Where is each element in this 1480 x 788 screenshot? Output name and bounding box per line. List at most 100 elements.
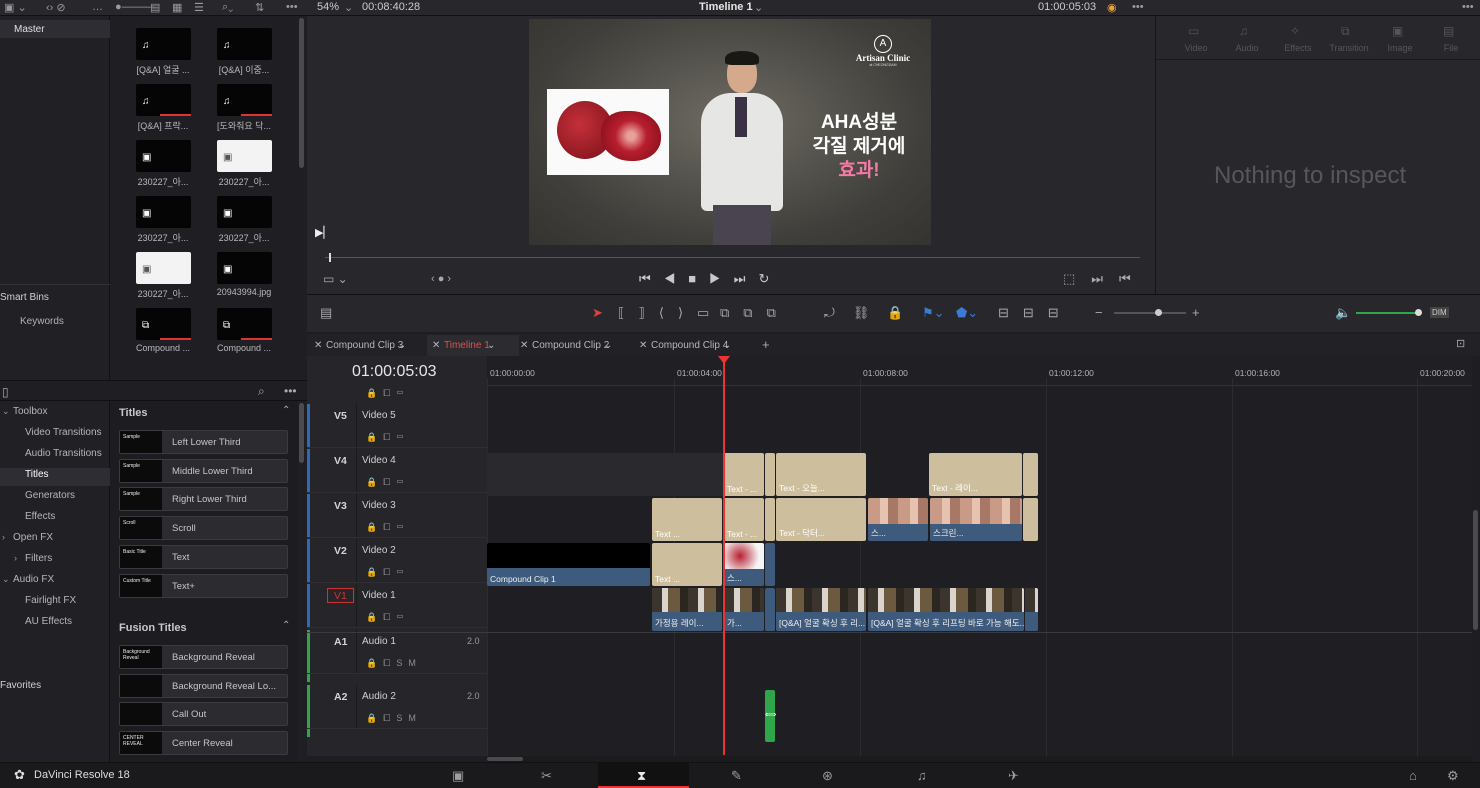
track-controls[interactable]: 🔒⧠▭ bbox=[366, 612, 410, 623]
marker-icon[interactable]: ⬟⌄ bbox=[956, 305, 978, 321]
tab-close-icon[interactable]: ✕ bbox=[520, 340, 528, 351]
flag-icon[interactable]: ⚑⌄ bbox=[922, 305, 945, 321]
track-name[interactable]: Video 4 bbox=[362, 455, 396, 466]
timeline-clip[interactable] bbox=[1025, 588, 1038, 631]
title-card[interactable]: Background Reveal Lo... bbox=[119, 673, 288, 698]
timeline-clip[interactable]: [Q&A] 얼굴 확싱 후 리프팅 바로 가능 해도... bbox=[868, 588, 1024, 631]
timeline-clip[interactable]: Text - 레이... bbox=[929, 453, 1022, 496]
fx-tree-item[interactable]: Filters bbox=[25, 553, 52, 564]
tab-dropdown-icon[interactable]: ⌄ bbox=[723, 340, 731, 351]
tab-close-icon[interactable]: ✕ bbox=[639, 340, 647, 351]
bin-master[interactable]: Master bbox=[0, 20, 110, 38]
scrubber-bar[interactable] bbox=[325, 257, 1140, 258]
timeline-panel-icon[interactable]: ⊡ bbox=[1456, 337, 1465, 350]
scrubber-handle[interactable] bbox=[329, 253, 331, 262]
track-controls[interactable]: 🔒⧠▭ bbox=[366, 522, 410, 533]
smart-bin-keywords[interactable]: Keywords bbox=[20, 316, 64, 327]
timeline-clip[interactable] bbox=[765, 453, 775, 496]
media-clip-thumb[interactable]: ⧉ bbox=[217, 308, 272, 340]
inspector-tab-video[interactable]: Video bbox=[1170, 43, 1222, 53]
fx-options-icon[interactable]: ••• bbox=[284, 384, 297, 398]
timeline-tab[interactable]: Compound Clip 4 bbox=[651, 340, 728, 351]
track-name[interactable]: Audio 2 bbox=[362, 691, 396, 702]
titles-collapse-icon[interactable]: ⌃ bbox=[282, 405, 290, 416]
grid-view-icon[interactable]: ▦ bbox=[172, 1, 182, 14]
insert-overwrite-replace-icons[interactable]: ⧉⧉⧉ bbox=[720, 305, 790, 321]
media-clip-thumb[interactable]: ▣ bbox=[217, 252, 272, 284]
inspector-tab-transition[interactable]: Transition bbox=[1323, 43, 1375, 53]
options-icon[interactable]: ••• bbox=[286, 1, 298, 13]
track-name[interactable]: Video 1 bbox=[362, 590, 396, 601]
timeline-ruler[interactable] bbox=[487, 356, 1472, 386]
panel-toggle-icon[interactable]: ▣ ⌄ bbox=[4, 1, 27, 14]
fx-search-icon[interactable]: ⌕ bbox=[258, 384, 265, 399]
track-id[interactable]: V4 bbox=[334, 455, 347, 467]
tab-close-icon[interactable]: ✕ bbox=[314, 340, 322, 351]
zoom-level[interactable]: 54% bbox=[317, 1, 339, 13]
timeline-clip[interactable]: Text ... bbox=[652, 498, 722, 541]
fx-tree-item[interactable]: Toolbox bbox=[13, 406, 47, 417]
inspector-options-icon[interactable]: ••• bbox=[1462, 1, 1474, 13]
edit-mode-tools[interactable]: ⟦⟧⟨⟩▭ bbox=[618, 305, 723, 321]
track-name[interactable]: Video 5 bbox=[362, 410, 396, 421]
track-name[interactable]: Video 3 bbox=[362, 500, 396, 511]
title-card[interactable]: Custom Title Text+ bbox=[119, 573, 288, 598]
edit-page-icon[interactable]: ⧗ bbox=[637, 768, 646, 784]
tab-dropdown-icon[interactable]: ⌄ bbox=[487, 340, 495, 351]
track-id[interactable]: V5 bbox=[334, 410, 347, 422]
viewer-options-icon[interactable]: ••• bbox=[1132, 1, 1144, 13]
timeline-clip[interactable]: Text - 오늘... bbox=[776, 453, 866, 496]
inspector-tab-icon[interactable]: ⧉ bbox=[1341, 24, 1350, 39]
color-scope-icon[interactable]: ◉ bbox=[1107, 1, 1117, 14]
track-name[interactable]: Video 2 bbox=[362, 545, 396, 556]
timeline-clip[interactable] bbox=[1023, 453, 1038, 496]
inspector-tab-file[interactable]: File bbox=[1425, 43, 1477, 53]
fx-tree-item[interactable]: Fairlight FX bbox=[25, 595, 76, 606]
inspector-tab-icon[interactable]: ▤ bbox=[1443, 24, 1454, 38]
tree-chevron-icon[interactable]: ⌄ bbox=[2, 574, 10, 585]
track-id[interactable]: A2 bbox=[334, 691, 347, 703]
media-clip-thumb[interactable]: ♫ bbox=[136, 84, 191, 116]
timeline-tab[interactable]: Compound Clip 2 bbox=[532, 340, 609, 351]
timeline-clip[interactable] bbox=[765, 543, 775, 586]
title-card[interactable]: Sample Left Lower Third bbox=[119, 430, 288, 454]
timeline-dropdown-icon[interactable]: ⌄ bbox=[754, 1, 763, 14]
audio-clip[interactable]: ⟺ bbox=[765, 690, 776, 742]
media-clip-thumb[interactable]: ▣ bbox=[136, 140, 191, 172]
viewer-right-controls[interactable]: ⬚⏭⏮ bbox=[1063, 271, 1147, 287]
track-controls[interactable]: 🔒⧠SM bbox=[366, 713, 422, 724]
timeline-clip[interactable]: Text - 닥터... bbox=[776, 498, 866, 541]
track-controls[interactable]: 🔒⧠SM bbox=[366, 658, 422, 669]
track-name[interactable]: Audio 1 bbox=[362, 636, 396, 647]
title-card[interactable]: Call Out bbox=[119, 702, 288, 727]
timeline-clip[interactable]: 스... bbox=[724, 543, 764, 586]
fx-tree-item[interactable]: AU Effects bbox=[25, 616, 72, 627]
zoom-dropdown-icon[interactable]: ⌄ bbox=[344, 1, 353, 14]
zoom-view-icons[interactable]: ⊟⊟⊟ bbox=[998, 305, 1073, 321]
link-icon[interactable]: ‹› ⊘ bbox=[46, 1, 66, 14]
viewer-play-marker-icon[interactable]: ▶▏ bbox=[315, 226, 332, 239]
fx-tree-item[interactable]: Audio FX bbox=[13, 574, 54, 585]
fx-tree-item[interactable]: Video Transitions bbox=[25, 427, 102, 438]
track-controls[interactable]: 🔒⧠▭ bbox=[366, 388, 410, 399]
track-controls[interactable]: 🔒⧠▭ bbox=[366, 477, 410, 488]
inspector-tab-icon[interactable]: ✧ bbox=[1290, 24, 1300, 38]
title-card[interactable]: Sample Right Lower Third bbox=[119, 487, 288, 512]
tab-dropdown-icon[interactable]: ⌄ bbox=[604, 340, 612, 351]
add-tab-icon[interactable]: + bbox=[762, 337, 770, 352]
timeline-clip[interactable] bbox=[765, 498, 775, 541]
transport-controls[interactable]: ⏮◀■▶⏭↻ bbox=[639, 271, 782, 287]
fairlight-page-icon[interactable]: ♫ bbox=[917, 768, 927, 783]
fx-tree-item[interactable]: Effects bbox=[25, 511, 55, 522]
media-clip-thumb[interactable]: ▣ bbox=[217, 196, 272, 228]
inspector-tab-image[interactable]: Image bbox=[1374, 43, 1426, 53]
volume-slider[interactable] bbox=[1356, 312, 1418, 314]
timeline-clip[interactable]: Text ... bbox=[652, 543, 722, 586]
media-clip-thumb[interactable]: ♫ bbox=[136, 28, 191, 60]
dim-button[interactable]: DIM bbox=[1430, 307, 1449, 318]
deliver-page-icon[interactable]: ✈ bbox=[1008, 768, 1019, 784]
tree-chevron-icon[interactable]: › bbox=[14, 553, 17, 563]
track-id[interactable]: V3 bbox=[334, 500, 347, 512]
timeline-clip[interactable]: [Q&A] 얼굴 확싱 후 리... bbox=[776, 588, 866, 631]
tree-chevron-icon[interactable]: › bbox=[2, 532, 5, 542]
